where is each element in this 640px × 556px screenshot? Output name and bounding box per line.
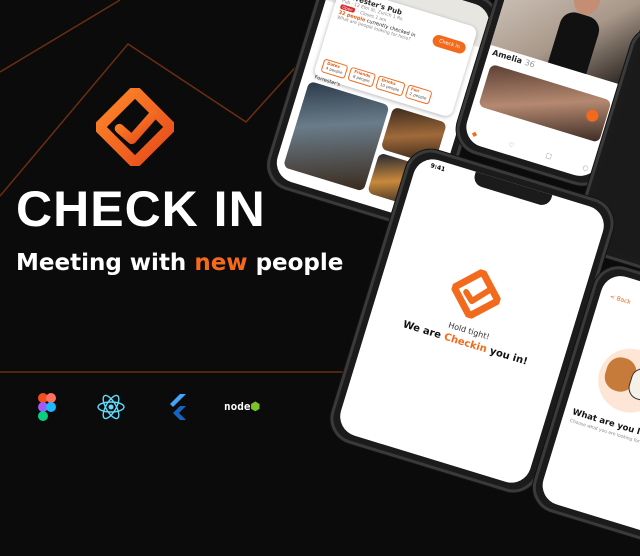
- app-title: CHECK IN: [16, 181, 266, 237]
- nav-chat-icon[interactable]: ☐: [544, 152, 552, 161]
- profile-age: 36: [523, 57, 536, 70]
- react-icon: [97, 394, 125, 420]
- stat-fun[interactable]: Fun 2 people: [404, 84, 433, 105]
- stat-friends[interactable]: Friends 8 people: [347, 67, 376, 88]
- nav-heart-icon[interactable]: ♡: [507, 141, 515, 150]
- stat-drinks[interactable]: Drinks 10 people: [374, 75, 406, 97]
- flutter-icon: [170, 394, 186, 420]
- nodejs-icon: node⬢: [224, 400, 261, 413]
- checking-text: We are Checkin you in!: [401, 319, 529, 368]
- tagline-highlight: new: [194, 250, 248, 276]
- status-time: 9:41: [429, 162, 446, 174]
- check-in-logo-icon: [450, 268, 502, 320]
- app-tagline: Meeting with new people: [16, 250, 344, 276]
- stat-dates[interactable]: Dates 4 people: [320, 58, 349, 80]
- back-button[interactable]: < Back: [609, 293, 632, 306]
- nav-home-icon[interactable]: ◆: [471, 129, 478, 138]
- nav-profile-icon[interactable]: ○: [582, 163, 590, 172]
- check-in-logo-icon: [96, 88, 174, 166]
- figma-icon: [38, 393, 56, 421]
